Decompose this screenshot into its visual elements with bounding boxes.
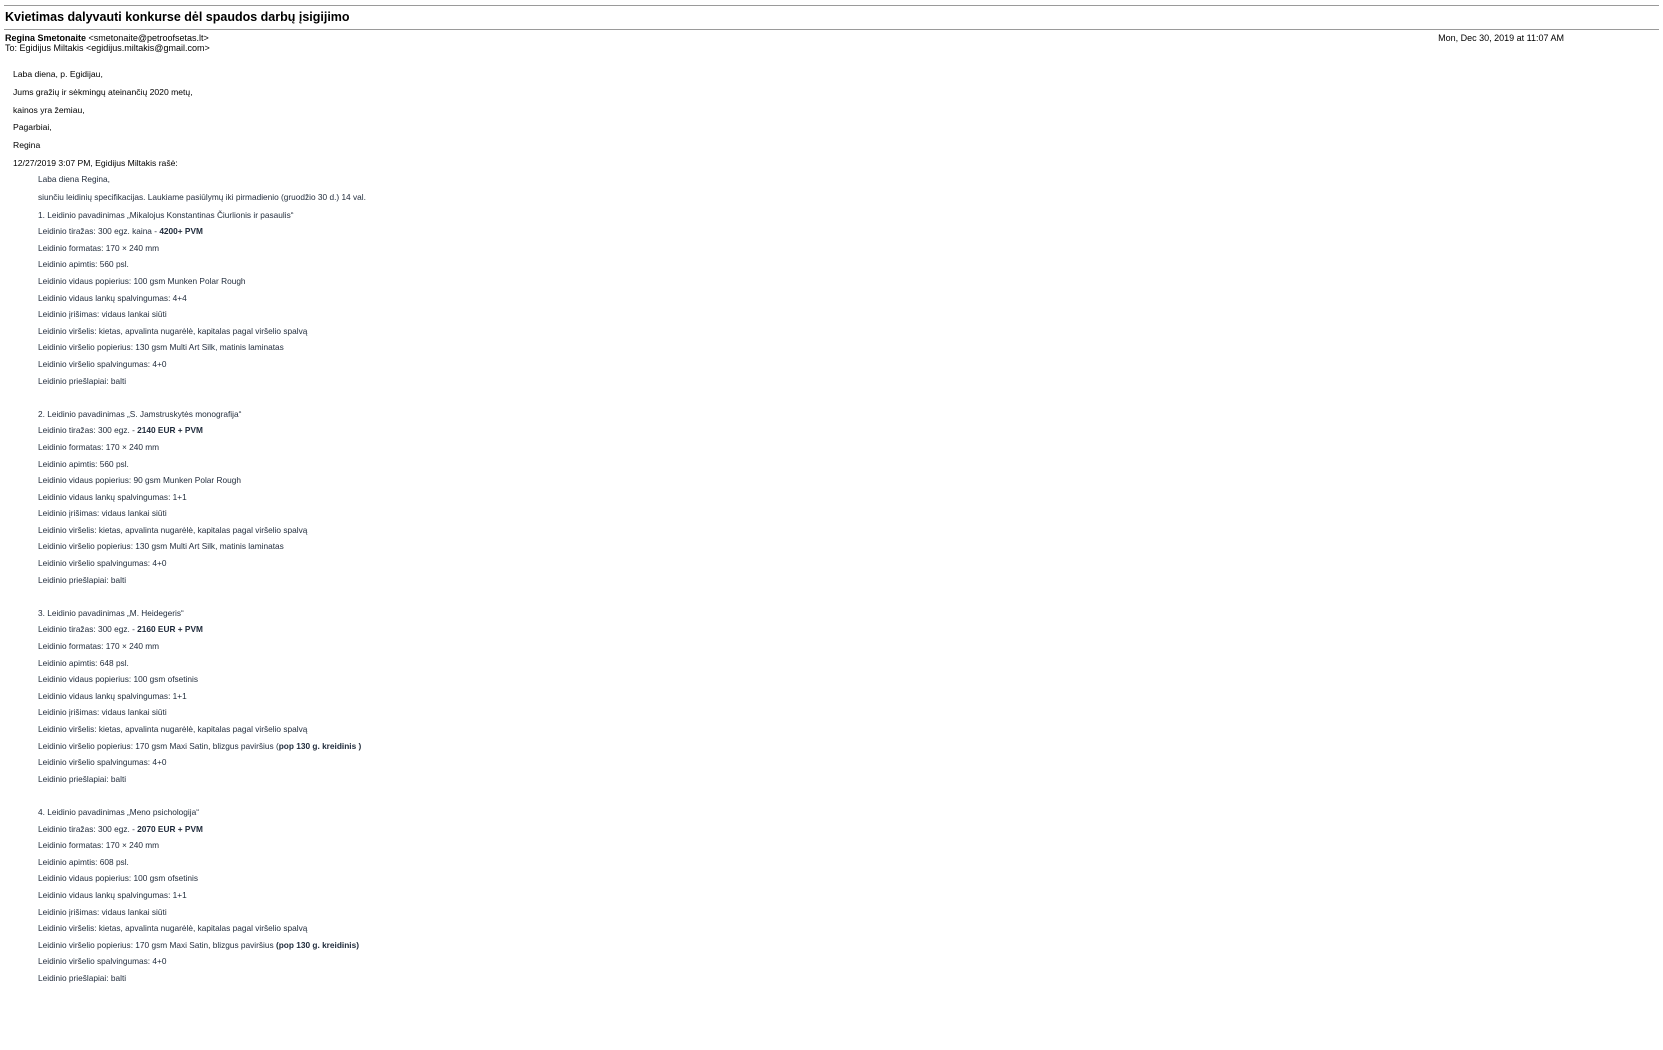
cover-paper-line: Leidinio viršelio popierius: 130 gsm Mul… <box>38 538 1438 555</box>
reply-line: kainos yra žemiau, <box>13 104 85 115</box>
publication-title: 2. Leidinio pavadinimas „S. Jamstruskytė… <box>38 408 242 419</box>
price-value: 2140 EUR + PVM <box>137 425 203 436</box>
publication-spec-line: Leidinio vidaus popierius: 100 gsm Munke… <box>38 275 246 286</box>
publication-spec-line: Leidinio įrišimas: vidaus lankai siūti <box>38 508 167 519</box>
cover-paper-note: pop 130 g. kreidinis ) <box>278 740 362 751</box>
publication-spec-line: Leidinio vidaus popierius: 100 gsm ofset… <box>38 674 199 685</box>
publication-spec-line: Leidinio priešlapiai: balti <box>38 375 127 386</box>
reply-line: Pagarbiai, <box>13 122 52 133</box>
cover-paper-line: Leidinio viršelio popierius: 170 gsm Max… <box>38 937 1438 954</box>
publication-spec-line: Leidinio viršelis: kietas, apvalinta nug… <box>38 325 308 336</box>
publication-spec-line: Leidinio vidaus lankų spalvingumas: 1+1 <box>38 491 187 502</box>
publication-spec-line: Leidinio viršelio spalvingumas: 4+0 <box>38 757 167 768</box>
publication-spec-line: Leidinio viršelis: kietas, apvalinta nug… <box>38 524 308 535</box>
publication-spec-line: Leidinio vidaus popierius: 90 gsm Munken… <box>38 475 241 486</box>
publication-spec-line: Leidinio viršelis: kietas, apvalinta nug… <box>38 724 308 734</box>
reply-line: Laba diena, p. Egidijau, <box>13 69 103 79</box>
publication-spec-line: Leidinio vidaus lankų spalvingumas: 1+1 <box>38 690 187 701</box>
sender-line: Regina Smetonaite <smetonaite@petroofset… <box>5 33 209 43</box>
publication-spec-line: Leidinio formatas: 170 × 240 mm <box>38 242 160 253</box>
cover-paper-text: Leidinio viršelio popierius: 170 gsm Max… <box>38 939 276 950</box>
header-divider <box>4 29 1659 30</box>
email-subject: Kvietimas dalyvauti konkurse dėl spaudos… <box>5 10 350 24</box>
publication-spec-line: Leidinio vidaus lankų spalvingumas: 4+4 <box>38 292 187 303</box>
publication-spec-line: Leidinio formatas: 170 × 240 mm <box>38 641 160 652</box>
publication-spec-line: Leidinio priešlapiai: balti <box>38 972 127 983</box>
publication-spec-line: Leidinio formatas: 170 × 240 mm <box>38 441 160 452</box>
reply-line: Jums gražių ir sėkmingų ateinančių 2020 … <box>13 86 193 97</box>
publication-print-run: Leidinio tiražas: 300 egz. - 2070 EUR + … <box>38 821 1438 838</box>
top-divider <box>4 5 1659 6</box>
print-run-label: Leidinio tiražas: 300 egz. - <box>38 425 138 436</box>
reply-line: Regina <box>13 140 41 151</box>
print-run-label: Leidinio tiražas: 300 egz. - <box>38 624 138 635</box>
price-value: 4200+ PVM <box>159 226 203 237</box>
cover-paper-text: Leidinio viršelio popierius: 130 gsm Mul… <box>38 342 284 353</box>
publication-print-run: Leidinio tiražas: 300 egz. kaina - 4200+… <box>38 223 1438 240</box>
sender-name: Regina Smetonaite <box>5 33 87 43</box>
publication-spec-line: Leidinio formatas: 170 × 240 mm <box>38 840 160 851</box>
publication-spec-line: Leidinio apimtis: 608 psl. <box>38 856 129 867</box>
cover-paper-text: Leidinio viršelio popierius: 130 gsm Mul… <box>38 541 284 552</box>
publication-print-run: Leidinio tiražas: 300 egz. - 2140 EUR + … <box>38 422 1438 439</box>
price-value: 2160 EUR + PVM <box>137 624 203 635</box>
publication-spec-line: Leidinio vidaus popierius: 100 gsm ofset… <box>38 873 199 884</box>
publication-spec: 1. Leidinio pavadinimas „Mikalojus Konst… <box>38 207 1438 406</box>
publication-title: 3. Leidinio pavadinimas „M. Heidegeris“ <box>38 607 184 618</box>
cover-paper-note: (pop 130 g. kreidinis) <box>275 939 359 950</box>
publication-spec-line: Leidinio apimtis: 648 psl. <box>38 657 129 668</box>
publication-spec-line: Leidinio įrišimas: vidaus lankai siūti <box>38 309 167 320</box>
publication-spec: 2. Leidinio pavadinimas „S. Jamstruskytė… <box>38 406 1438 605</box>
publication-spec-line: Leidinio priešlapiai: balti <box>38 574 127 585</box>
publication-title: 1. Leidinio pavadinimas „Mikalojus Konst… <box>38 209 294 220</box>
reply-body: Laba diena, p. Egidijau, Jums gražių ir … <box>13 66 1513 173</box>
sent-date: Mon, Dec 30, 2019 at 11:07 AM <box>1438 33 1564 43</box>
publication-spec-line: Leidinio priešlapiai: balti <box>38 773 127 784</box>
print-run-label: Leidinio tiražas: 300 egz. kaina - <box>38 226 160 237</box>
publication-spec-line: Leidinio apimtis: 560 psl. <box>38 458 129 469</box>
publication-spec: 4. Leidinio pavadinimas „Meno psichologi… <box>38 804 1438 987</box>
cover-paper-text: Leidinio viršelio popierius: 170 gsm Max… <box>38 740 279 751</box>
publication-print-run: Leidinio tiražas: 300 egz. - 2160 EUR + … <box>38 621 1438 638</box>
publication-spec-line: Leidinio viršelio spalvingumas: 4+0 <box>38 558 167 569</box>
cover-paper-line: Leidinio viršelio popierius: 170 gsm Max… <box>38 738 1438 755</box>
quoted-message: Laba diena Regina, siunčiu leidinių spec… <box>38 171 1438 987</box>
publication-spec-line: Leidinio įrišimas: vidaus lankai siūti <box>38 906 167 917</box>
price-value: 2070 EUR + PVM <box>137 823 203 834</box>
quoted-greeting: Laba diena Regina, <box>38 174 110 184</box>
sender-email[interactable]: <smetonaite@petroofsetas.lt> <box>89 33 209 43</box>
recipient-line: To: Egidijus Miltakis <egidijus.miltakis… <box>5 43 210 53</box>
publication-spec-line: Leidinio įrišimas: vidaus lankai siūti <box>38 707 167 718</box>
publication-title: 4. Leidinio pavadinimas „Meno psichologi… <box>38 806 199 817</box>
print-run-label: Leidinio tiražas: 300 egz. - <box>38 823 138 834</box>
publication-spec-line: Leidinio viršelis: kietas, apvalinta nug… <box>38 923 308 934</box>
publication-spec-line: Leidinio vidaus lankų spalvingumas: 1+1 <box>38 889 187 900</box>
quoted-intro: siunčiu leidinių specifikacijas. Laukiam… <box>38 191 366 202</box>
publication-spec-line: Leidinio viršelio spalvingumas: 4+0 <box>38 956 167 967</box>
publication-list: 1. Leidinio pavadinimas „Mikalojus Konst… <box>38 207 1438 987</box>
cover-paper-line: Leidinio viršelio popierius: 130 gsm Mul… <box>38 339 1438 356</box>
publication-spec: 3. Leidinio pavadinimas „M. Heidegeris“ L… <box>38 605 1438 804</box>
publication-spec-line: Leidinio viršelio spalvingumas: 4+0 <box>38 358 167 369</box>
publication-spec-line: Leidinio apimtis: 560 psl. <box>38 259 129 270</box>
